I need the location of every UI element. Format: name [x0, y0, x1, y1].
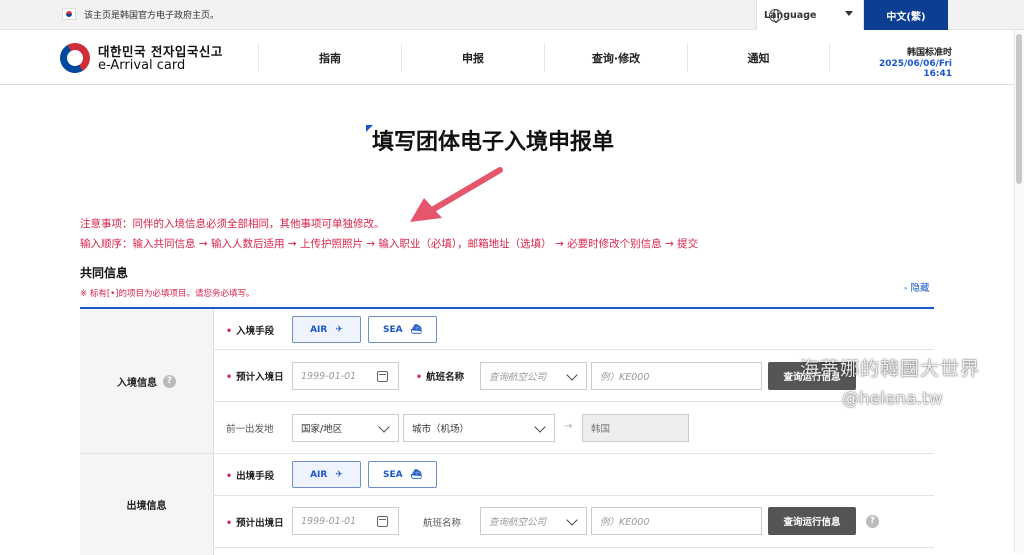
help-icon[interactable]: ? — [866, 515, 879, 528]
entry-flight-input[interactable]: 例）KE000 — [591, 362, 762, 390]
exit-mode-label: • 出境手段 — [226, 471, 275, 482]
city-select[interactable]: 城市（机场） — [403, 414, 555, 442]
exit-info-head: 出境信息 — [80, 454, 214, 555]
kst-value: 2025/06/06/Fri 16:41 — [878, 59, 952, 79]
divider — [214, 547, 934, 548]
exit-date-label: • 预计出境日 — [226, 518, 284, 529]
divider — [214, 349, 934, 350]
main-nav: 指南 申报 查询·修改 通知 — [258, 44, 830, 72]
entry-mode-label: • 入境手段 — [226, 326, 275, 337]
calendar-icon[interactable] — [377, 371, 388, 382]
nav-notice[interactable]: 通知 — [687, 44, 830, 72]
exit-flight-input[interactable]: 例）KE000 — [591, 507, 762, 535]
hide-link[interactable]: - 隐藏 — [904, 280, 929, 294]
entry-airline-select[interactable]: 查询航空公司 — [480, 362, 587, 390]
entry-info-label: 入境信息 — [117, 377, 157, 389]
country-select[interactable]: 国家/地区 — [292, 414, 399, 442]
current-language-button[interactable]: 中文(繁) — [864, 0, 948, 30]
entry-date-input[interactable]: 1999-01-01 — [292, 362, 399, 390]
divider — [214, 401, 934, 402]
watermark-handle: @helena.tw — [842, 389, 943, 409]
exit-sea-button[interactable]: SEA ⛴ — [368, 461, 437, 488]
language-label: Language — [764, 9, 817, 21]
ship-icon: ⛴ — [410, 324, 423, 335]
caret-down-icon — [845, 11, 853, 16]
page-title: 填写团体电子入境申报单 — [372, 130, 615, 155]
caution-text: 注意事项：同伴的入境信息必须全部相同，其他事项可单独修改。 — [80, 218, 385, 230]
entry-flight-label: • 航班名称 — [416, 372, 465, 383]
exit-date-input[interactable]: 1999-01-01 — [292, 507, 399, 535]
chevron-down-icon — [378, 421, 390, 433]
entry-info-head: 入境信息 ? — [80, 309, 214, 453]
common-info-table: 入境信息 ? • 入境手段 AIR ✈ SEA ⛴ • 预计入境日 1999-01-01… — [80, 307, 934, 555]
arrow-right-icon: → — [564, 421, 573, 432]
entry-sea-button[interactable]: SEA ⛴ — [368, 316, 437, 343]
exit-air-button[interactable]: AIR ✈ — [292, 461, 361, 488]
calendar-icon[interactable] — [377, 516, 388, 527]
divider — [214, 495, 934, 496]
korea-flag-icon — [62, 8, 76, 20]
entry-air-button[interactable]: AIR ✈ — [292, 316, 361, 343]
exit-info-label: 出境信息 — [126, 501, 167, 512]
section-title: 共同信息 — [80, 266, 129, 280]
chevron-down-icon — [534, 421, 546, 433]
scrollbar-thumb[interactable] — [1016, 34, 1022, 184]
required-note: ※ 标有[•]的项目为必填项目。请您务必填写。 — [80, 289, 255, 299]
input-order-text: 输入顺序：输入共同信息 → 输入人数后适用 → 上传护照照片 → 输入职业（必填… — [80, 238, 699, 250]
airplane-icon: ✈ — [335, 324, 343, 335]
exit-airline-select[interactable]: 查询航空公司 — [480, 507, 587, 535]
nav-guide[interactable]: 指南 — [258, 44, 401, 72]
help-icon[interactable]: ? — [163, 374, 176, 388]
taegeuk-logo-icon[interactable] — [54, 37, 96, 79]
chevron-down-icon — [566, 369, 578, 381]
site-header: 대한민국 전자입국신고 e-Arrival card 指南 申报 查询·修改 通… — [0, 30, 1024, 85]
gov-notice: 该主页是韩国官方电子政府主页。 — [84, 11, 220, 21]
nav-lookup-edit[interactable]: 查询·修改 — [544, 44, 687, 72]
prev-departure-label: 前一出发地 — [226, 424, 274, 435]
ship-icon: ⛴ — [410, 469, 423, 480]
destination-field: 韩国 — [582, 414, 689, 442]
airplane-icon: ✈ — [335, 469, 343, 480]
language-select[interactable]: Language — [756, 0, 864, 30]
brand-english[interactable]: e-Arrival card — [98, 58, 185, 73]
exit-search-button[interactable]: 查询运行信息 — [768, 507, 856, 535]
chevron-down-icon — [566, 514, 578, 526]
gov-bar: 该主页是韩国官方电子政府主页。 Language 中文(繁) — [0, 0, 1024, 30]
exit-flight-label: 航班名称 — [423, 518, 462, 529]
entry-date-label: • 预计入境日 — [226, 372, 284, 383]
annotation-arrow-icon — [410, 167, 503, 222]
watermark-title: 海蒂娜的韓國大世界 — [800, 358, 981, 380]
nav-declare[interactable]: 申报 — [401, 44, 544, 72]
kst-label: 韩国标准时 — [906, 48, 952, 58]
